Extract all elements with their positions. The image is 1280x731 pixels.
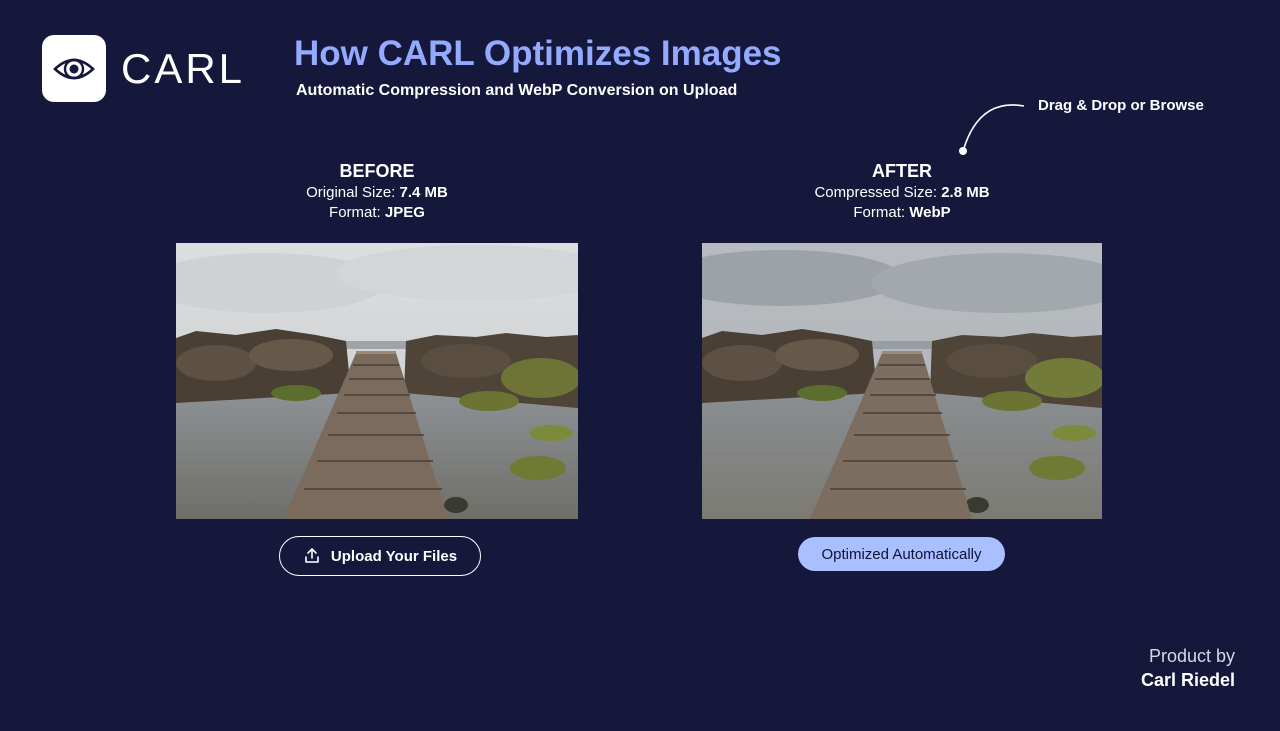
after-size: Compressed Size: 2.8 MB — [702, 183, 1102, 203]
page-title: How CARL Optimizes Images — [294, 34, 782, 73]
after-info: AFTER Compressed Size: 2.8 MB Format: We… — [702, 159, 1102, 223]
credit-name: Carl Riedel — [1140, 670, 1235, 690]
after-format-value: WebP — [909, 204, 951, 221]
before-format-value: JPEG — [384, 204, 425, 221]
optimized-badge: Optimized Automatically — [798, 537, 1005, 571]
before-size: Original Size: 7.4 MB — [176, 183, 578, 203]
eye-icon — [53, 58, 95, 79]
after-format: Format: WebP — [702, 203, 1102, 223]
before-size-label: Original Size: — [306, 184, 396, 201]
before-heading: BEFORE — [339, 161, 415, 181]
drag-drop-hint[interactable]: Drag & Drop or Browse — [1038, 95, 1204, 117]
upload-button[interactable]: Upload Your Files — [279, 536, 481, 576]
before-format: Format: JPEG — [176, 203, 578, 223]
upload-icon — [305, 548, 319, 563]
logo-wordmark: CARL — [121, 45, 246, 92]
after-size-value: 2.8 MB — [941, 184, 990, 201]
before-image — [176, 243, 578, 519]
page-subtitle: Automatic Compression and WebP Conversio… — [296, 82, 738, 99]
before-format-label: Format: — [329, 204, 381, 221]
before-info: BEFORE Original Size: 7.4 MB Format: JPE… — [176, 159, 578, 223]
optimized-badge-label: Optimized Automatically — [821, 545, 982, 563]
before-size-value: 7.4 MB — [399, 184, 448, 201]
after-image — [702, 243, 1102, 519]
after-format-label: Format: — [853, 204, 906, 221]
logo-badge — [42, 35, 106, 102]
after-heading: AFTER — [872, 161, 932, 181]
upload-button-label: Upload Your Files — [330, 547, 458, 565]
product-credit: Product by Carl Riedel — [1141, 644, 1235, 692]
after-size-label: Compressed Size: — [814, 184, 938, 201]
credit-prefix: Product by — [1148, 646, 1235, 666]
curved-arrow-icon — [959, 104, 1025, 155]
